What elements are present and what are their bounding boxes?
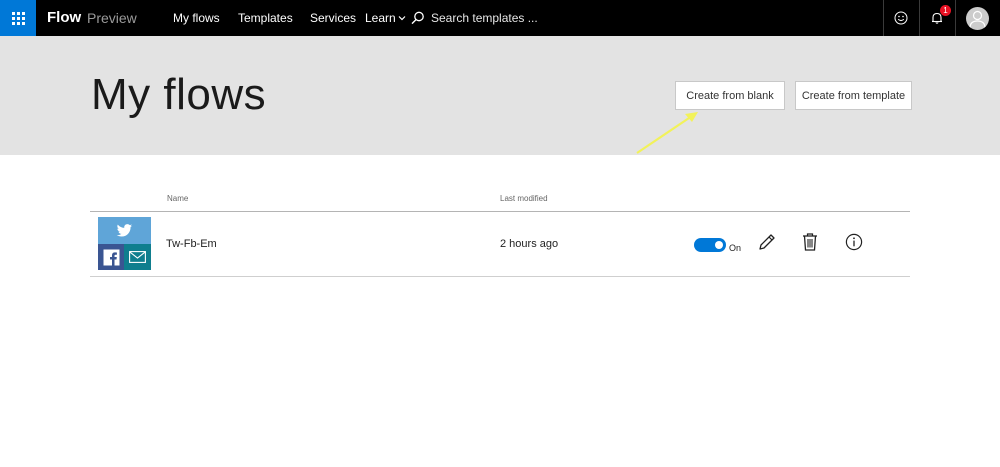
waffle-icon bbox=[11, 11, 25, 25]
annotation-arrow bbox=[636, 112, 698, 154]
nav-learn[interactable]: Learn bbox=[365, 11, 406, 25]
search-icon[interactable] bbox=[411, 11, 425, 25]
flow-details-button[interactable] bbox=[843, 231, 865, 253]
toggle-knob bbox=[715, 241, 723, 249]
trash-icon bbox=[803, 233, 817, 251]
edit-flow-button[interactable] bbox=[756, 231, 778, 253]
create-from-blank-button[interactable]: Create from blank bbox=[675, 81, 785, 110]
create-from-template-button[interactable]: Create from template bbox=[795, 81, 912, 110]
brand-preview-label: Preview bbox=[87, 10, 137, 26]
avatar bbox=[966, 6, 989, 30]
user-icon bbox=[969, 10, 986, 28]
nav-services[interactable]: Services bbox=[310, 11, 356, 25]
search-input[interactable] bbox=[431, 8, 731, 28]
top-navigation-bar: Flow Preview My flows Templates Services… bbox=[0, 0, 1000, 36]
mail-icon bbox=[124, 244, 151, 270]
facebook-icon bbox=[98, 244, 124, 270]
page-title: My flows bbox=[91, 70, 267, 119]
flow-enabled-toggle[interactable] bbox=[694, 238, 726, 252]
app-launcher-button[interactable] bbox=[0, 0, 36, 36]
pencil-icon bbox=[759, 234, 775, 250]
notifications-button[interactable] bbox=[919, 0, 955, 36]
flow-last-modified: 2 hours ago bbox=[500, 238, 559, 250]
flow-name-link[interactable]: Tw-Fb-Em bbox=[166, 238, 217, 250]
column-header-name[interactable]: Name bbox=[167, 194, 188, 203]
notification-badge: 1 bbox=[940, 5, 951, 16]
nav-templates[interactable]: Templates bbox=[238, 11, 293, 25]
info-icon bbox=[845, 233, 863, 251]
nav-learn-label: Learn bbox=[365, 11, 396, 25]
delete-flow-button[interactable] bbox=[799, 231, 821, 253]
toggle-status-label: On bbox=[729, 243, 742, 253]
twitter-icon bbox=[98, 217, 151, 244]
divider bbox=[90, 276, 910, 277]
column-header-last-modified[interactable]: Last modified bbox=[500, 194, 548, 203]
divider bbox=[90, 211, 910, 212]
nav-my-flows[interactable]: My flows bbox=[173, 11, 220, 25]
account-button[interactable] bbox=[955, 0, 1000, 36]
smiley-icon bbox=[894, 11, 908, 25]
flow-service-icons bbox=[98, 217, 151, 270]
brand-name[interactable]: Flow bbox=[47, 9, 81, 26]
feedback-button[interactable] bbox=[883, 0, 919, 36]
chevron-down-icon bbox=[398, 16, 406, 21]
